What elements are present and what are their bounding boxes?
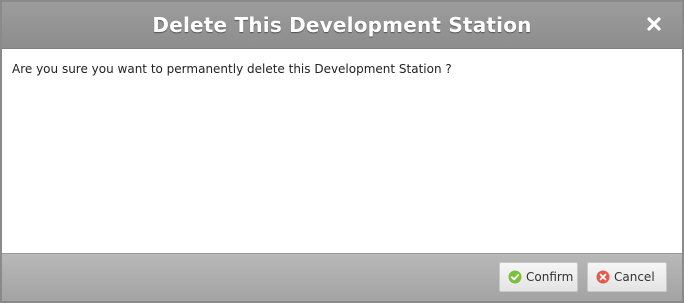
x-circle-icon (596, 270, 610, 284)
confirmation-message: Are you sure you want to permanently del… (12, 62, 452, 76)
delete-dialog: Delete This Development Station Are you … (0, 0, 684, 303)
cancel-label: Cancel (614, 270, 655, 284)
confirm-button[interactable]: Confirm (499, 262, 578, 292)
dialog-footer: Confirm Cancel (2, 253, 682, 301)
dialog-body: Are you sure you want to permanently del… (2, 49, 682, 256)
check-circle-icon (508, 270, 522, 284)
close-button[interactable] (644, 14, 664, 34)
close-icon (647, 17, 661, 31)
cancel-button[interactable]: Cancel (587, 262, 667, 292)
dialog-title: Delete This Development Station (152, 13, 532, 37)
confirm-label: Confirm (526, 270, 574, 284)
dialog-titlebar: Delete This Development Station (2, 2, 682, 49)
